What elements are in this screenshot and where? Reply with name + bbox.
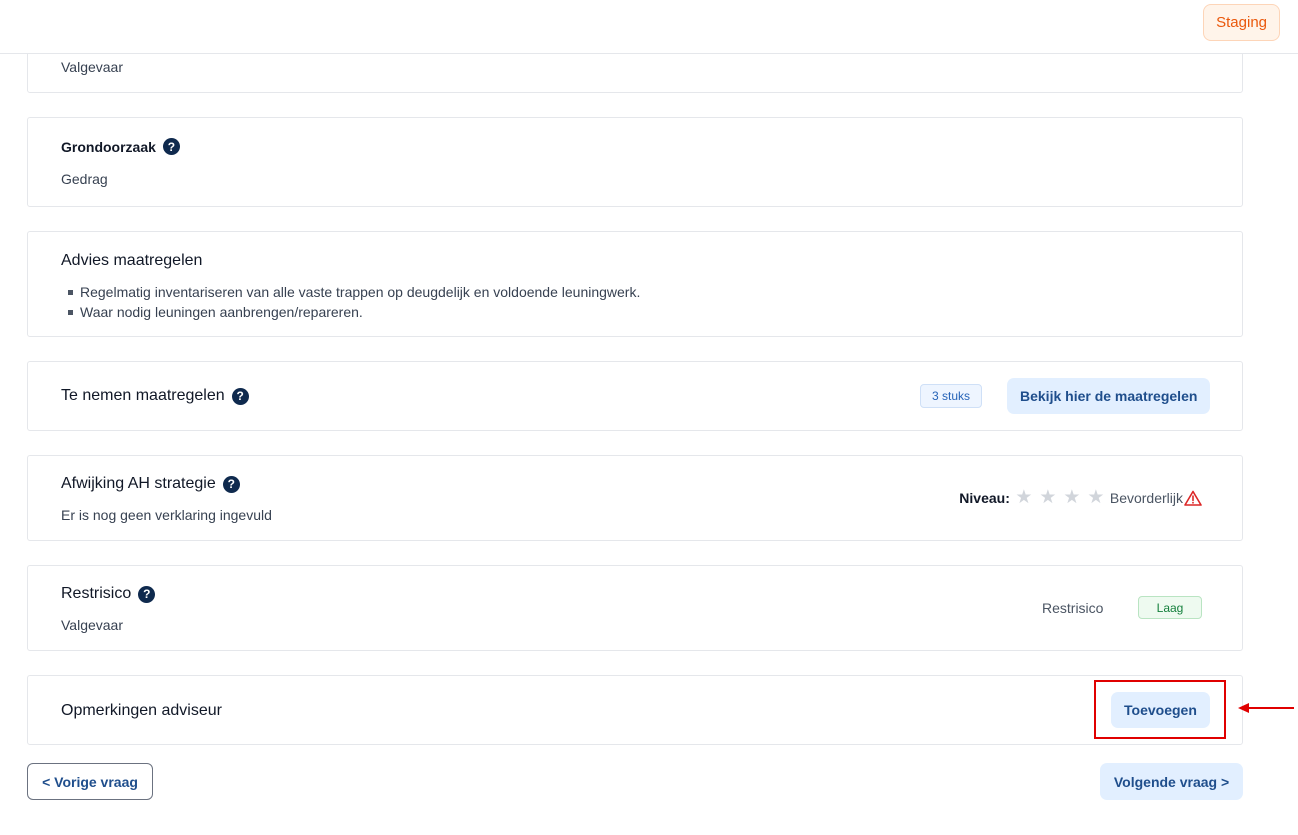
niveau-rating: Niveau: ★ ★ ★ ★ Bevorderlijk [959,488,1202,507]
risk-level-badge: Laag [1138,596,1202,619]
restrisico-value: Valgevaar [61,617,124,633]
restrisico-label: Restrisico [1042,600,1104,616]
grondoorzaak-title-text: Grondoorzaak [61,138,156,155]
star-icon[interactable]: ★ [1084,488,1108,507]
previous-question-button[interactable]: < Vorige vraag [27,763,153,800]
help-icon[interactable]: ? [231,387,249,405]
grondoorzaak-title: Grondoorzaak ? [61,138,180,155]
highlight-box [1094,680,1226,739]
count-badge: 3 stuks [920,384,983,408]
restrisico-card: Restrisico ? Valgevaar Restrisico Laag [27,565,1243,651]
next-question-button[interactable]: Volgende vraag > [1100,763,1243,800]
list-item: Waar nodig leuningen aanbrengen/reparere… [67,302,640,322]
top-bar: Staging [0,0,1298,54]
afwijking-title: Afwijking AH strategie ? [61,475,240,493]
te-nemen-title: Te nemen maatregelen ? [61,387,249,405]
te-nemen-card: Te nemen maatregelen ? 3 stuks Bekijk hi… [27,361,1243,431]
advies-card: Advies maatregelen Regelmatig inventaris… [27,231,1243,337]
te-nemen-title-text: Te nemen maatregelen [61,387,225,404]
niveau-status: Bevorderlijk [1109,489,1183,506]
restrisico-title: Restrisico ? [61,585,156,603]
star-icon[interactable]: ★ [1036,488,1060,507]
opmerkingen-card: Opmerkingen adviseur Toevoegen [27,675,1243,745]
restrisico-title-text: Restrisico [61,585,132,602]
list-item: Regelmatig inventariseren van alle vaste… [67,284,641,300]
view-measures-button[interactable]: Bekijk hier de maatregelen [1007,378,1211,414]
niveau-label: Niveau: [959,489,1010,506]
staging-badge: Staging [1203,4,1280,41]
partial-card-value: Valgevaar [61,59,124,75]
afwijking-card: Afwijking AH strategie ? Er is nog geen … [27,455,1243,541]
afwijking-title-text: Afwijking AH strategie [61,475,216,492]
help-icon[interactable]: ? [138,585,156,603]
grondoorzaak-value: Gedrag [61,171,108,187]
advies-list: Regelmatig inventariseren van alle vaste… [67,282,641,322]
grondoorzaak-card: Grondoorzaak ? Gedrag [27,117,1243,207]
advies-title: Advies maatregelen [61,252,203,269]
opmerkingen-title: Opmerkingen adviseur [61,702,222,719]
warning-triangle-icon [1184,490,1202,506]
afwijking-value: Er is nog geen verklaring ingevuld [61,507,272,523]
star-icon[interactable]: ★ [1060,488,1084,507]
help-icon[interactable]: ? [222,475,240,493]
arrow-left-icon [1238,703,1294,713]
help-icon[interactable]: ? [162,138,180,155]
star-icon[interactable]: ★ [1012,488,1036,507]
